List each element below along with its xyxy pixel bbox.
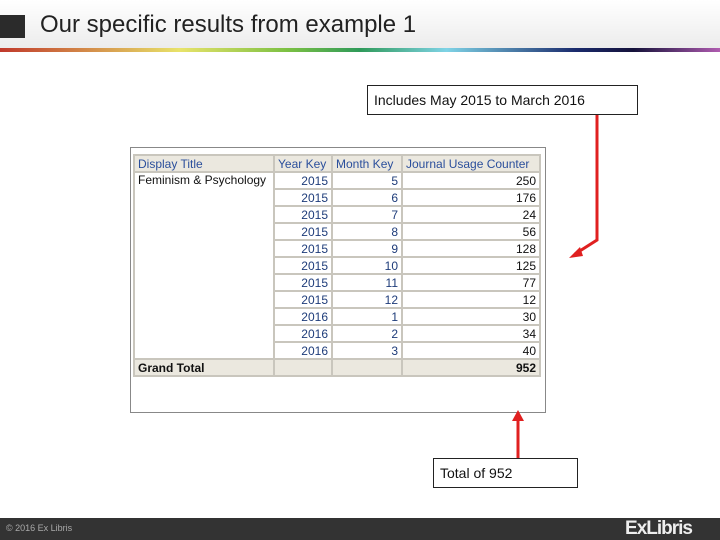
annotation-arrows: [512, 115, 599, 458]
exlibris-logo: ExLibris: [625, 518, 693, 539]
footer: © 2016 Ex Libris ExLibris: [0, 518, 720, 540]
copyright: © 2016 Ex Libris: [6, 523, 73, 533]
arrow-range: [574, 115, 599, 256]
arrow-total-head: [512, 410, 524, 421]
